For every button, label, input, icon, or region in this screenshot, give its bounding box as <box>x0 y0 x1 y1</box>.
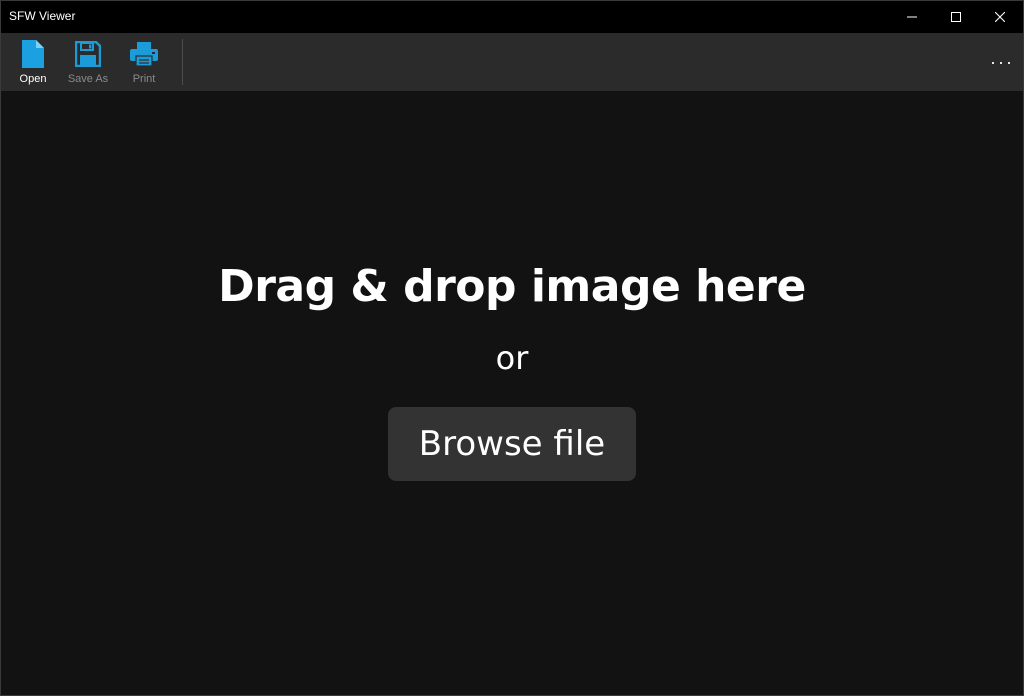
close-icon <box>995 12 1005 22</box>
save-icon <box>74 40 102 68</box>
document-icon <box>19 40 47 68</box>
browse-file-button[interactable]: Browse file <box>388 407 636 481</box>
maximize-button[interactable] <box>933 1 979 33</box>
app-window: SFW Viewer Open Save As Print ··· Drag &… <box>0 0 1024 696</box>
more-icon: ··· <box>990 51 1014 72</box>
drop-instructions: Drag & drop image here <box>218 261 806 312</box>
save-as-label: Save As <box>67 73 109 85</box>
print-button[interactable]: Print <box>116 33 172 91</box>
open-label: Open <box>19 73 47 85</box>
or-separator-text: or <box>495 339 529 377</box>
toolbar-separator <box>182 39 183 85</box>
window-title: SFW Viewer <box>9 9 76 23</box>
minimize-button[interactable] <box>889 1 935 33</box>
minimize-icon <box>907 16 917 18</box>
save-as-button[interactable]: Save As <box>60 33 116 91</box>
drop-zone[interactable]: Drag & drop image here or Browse file <box>1 91 1023 695</box>
close-button[interactable] <box>977 1 1023 33</box>
more-options-button[interactable]: ··· <box>987 47 1017 77</box>
print-label: Print <box>132 73 156 85</box>
title-bar[interactable]: SFW Viewer <box>1 1 1023 33</box>
printer-icon <box>130 40 158 68</box>
open-button[interactable]: Open <box>5 33 61 91</box>
maximize-icon <box>951 12 961 22</box>
command-bar: Open Save As Print ··· <box>1 33 1023 91</box>
